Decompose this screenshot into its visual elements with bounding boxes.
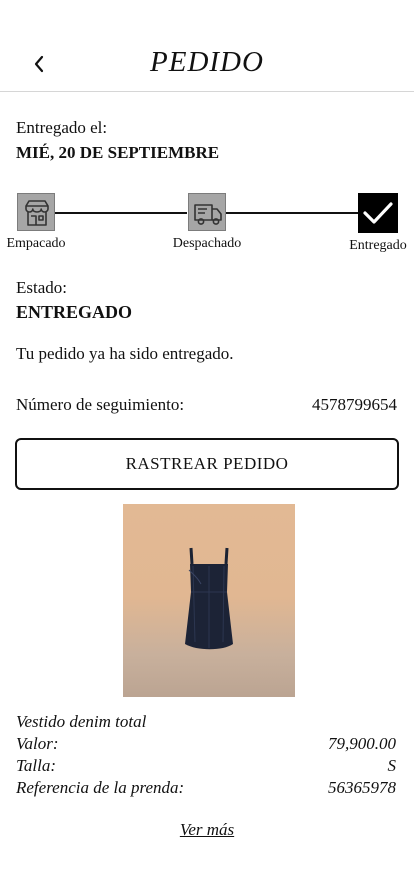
truck-icon xyxy=(194,204,222,225)
price-label: Valor: xyxy=(16,734,59,753)
tracking-label: Número de seguimiento: xyxy=(16,395,185,414)
product-details: Vestido denim total Valor: 79,900.00 Tal… xyxy=(16,711,396,799)
reference-label: Referencia de la prenda: xyxy=(16,778,185,797)
step-label: Empacado xyxy=(6,236,66,251)
price-value: 79,900.00 xyxy=(328,734,396,753)
product-image[interactable] xyxy=(123,504,295,697)
step-label: Entregado xyxy=(349,238,407,253)
tracking-row: Número de seguimiento: 4578799654 xyxy=(16,395,397,415)
progress-line xyxy=(226,212,359,214)
check-icon xyxy=(363,202,393,224)
size-label: Talla: xyxy=(16,756,57,775)
progress-line xyxy=(55,212,187,214)
store-icon xyxy=(25,200,49,226)
dress-image xyxy=(185,547,233,650)
track-order-button[interactable]: RASTREAR PEDIDO xyxy=(15,438,399,490)
delivered-date: MIÉ, 20 DE SEPTIEMBRE xyxy=(16,143,220,162)
delivered-label: Entregado el: xyxy=(16,118,108,137)
header: PEDIDO xyxy=(0,0,414,92)
status-message: Tu pedido ya ha sido entregado. xyxy=(16,344,234,363)
step-delivered xyxy=(358,193,398,233)
page-title: PEDIDO xyxy=(150,46,264,78)
order-progress: Empacado Despachado Entregado xyxy=(0,192,414,262)
product-name: Vestido denim total xyxy=(16,712,147,731)
step-packed xyxy=(17,193,55,231)
see-more-link[interactable]: Ver más xyxy=(0,820,414,840)
tracking-number: 4578799654 xyxy=(312,395,397,414)
status-label: Estado: xyxy=(16,278,67,297)
step-dispatched xyxy=(188,193,226,231)
step-label: Despachado xyxy=(172,236,242,251)
status-value: ENTREGADO xyxy=(16,302,133,322)
reference-value: 56365978 xyxy=(328,778,396,797)
size-value: S xyxy=(387,756,397,775)
